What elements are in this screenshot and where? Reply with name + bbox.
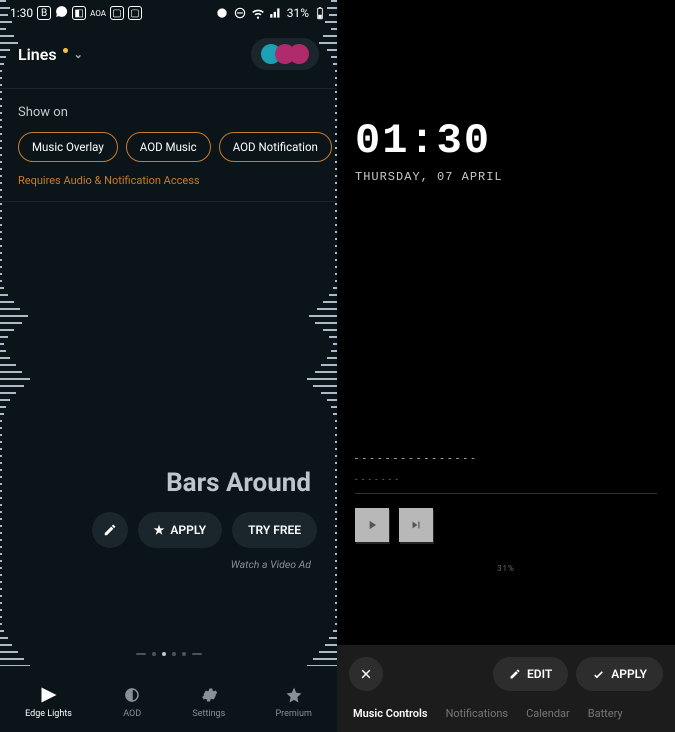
whatsapp-icon: [55, 5, 68, 21]
tab-notifications[interactable]: Notifications: [446, 707, 509, 720]
apply-button[interactable]: APPLY: [576, 657, 663, 691]
star-icon: ★: [154, 523, 165, 537]
status-icon-app2: ◧: [72, 6, 86, 20]
tab-battery[interactable]: Battery: [588, 707, 623, 720]
dnd-icon: [233, 6, 247, 20]
apply-label: APPLY: [170, 523, 206, 537]
status-icon-app1: B: [37, 6, 51, 20]
show-on-label: Show on: [0, 105, 337, 132]
edit-button[interactable]: EDIT: [493, 657, 568, 691]
close-icon: [359, 667, 373, 681]
header: Lines ⌄: [0, 26, 337, 88]
status-icon-app4: ▢: [128, 6, 142, 20]
new-dot-icon: [63, 48, 68, 53]
next-button[interactable]: [399, 508, 433, 542]
apply-button[interactable]: ★ APPLY: [138, 512, 223, 548]
chip-aod-music[interactable]: AOD Music: [126, 132, 211, 162]
alarm-icon: [215, 6, 229, 20]
preview-tabs: Music Controls Notifications Calendar Ba…: [349, 701, 663, 732]
nav-label: AOD: [123, 709, 141, 719]
show-on-chips: Music Overlay AOD Music AOD Notification: [0, 132, 337, 174]
gear-icon: [199, 685, 219, 705]
divider: [0, 201, 337, 202]
nav-edge-lights[interactable]: Edge Lights: [25, 685, 72, 719]
status-battery-pct: 31%: [287, 6, 309, 20]
chip-aod-notification[interactable]: AOD Notification: [219, 132, 332, 162]
pager-dash: [192, 653, 202, 655]
tab-music-controls[interactable]: Music Controls: [353, 707, 428, 720]
battery-icon: [313, 6, 327, 20]
nav-settings[interactable]: Settings: [192, 685, 225, 719]
pencil-icon: [509, 668, 521, 680]
visualizer-title: Bars Around: [0, 218, 337, 512]
edit-button[interactable]: [92, 512, 128, 548]
watch-ad-note: Watch a Video Ad: [0, 548, 337, 571]
play-button[interactable]: [355, 508, 389, 542]
media-controls: [355, 508, 657, 542]
apply-label: APPLY: [611, 667, 647, 681]
check-icon: [592, 668, 605, 681]
try-free-label: TRY FREE: [248, 523, 301, 537]
aod-battery: 31%: [355, 564, 657, 573]
bottom-nav: Edge Lights AOD Settings Premium: [0, 666, 337, 732]
pager-dash: [136, 653, 146, 655]
chevron-down-icon: ⌄: [74, 48, 83, 61]
pager-dot-active: [162, 652, 166, 656]
visualizer-dropdown[interactable]: Lines ⌄: [18, 45, 83, 64]
status-time: 1:30: [10, 6, 33, 20]
star-icon: [284, 685, 304, 705]
pager-dot: [152, 652, 156, 656]
pager-dot: [172, 652, 176, 656]
edge-lights-icon: [39, 685, 59, 705]
color-palette-button[interactable]: [251, 38, 319, 70]
nav-label: Premium: [276, 709, 312, 719]
status-bar: 1:30 B ◧ AOA ▢ ▢ 31%: [0, 0, 337, 26]
pencil-icon: [103, 523, 117, 537]
nav-label: Settings: [192, 709, 225, 719]
play-icon: [365, 518, 379, 532]
screen-edge-lights: 1:30 B ◧ AOA ▢ ▢ 31% Lines ⌄: [0, 0, 337, 732]
wifi-icon: [251, 6, 265, 20]
aod-icon: [122, 685, 142, 705]
clock-date: THURSDAY, 07 APRIL: [355, 170, 657, 184]
status-icon-app3: ▢: [110, 6, 124, 20]
permission-note[interactable]: Requires Audio & Notification Access: [0, 174, 337, 201]
try-free-button[interactable]: TRY FREE: [232, 512, 317, 548]
clock-time: 01:30: [355, 120, 657, 162]
nav-premium[interactable]: Premium: [276, 685, 312, 719]
screen-aod-preview: 01:30 THURSDAY, 07 APRIL - - - - - - - -…: [337, 0, 675, 732]
aod-preview: 01:30 THURSDAY, 07 APRIL - - - - - - - -…: [337, 0, 675, 645]
divider: [0, 88, 337, 89]
color-swatch-3: [289, 44, 309, 64]
pager-dot: [182, 652, 186, 656]
visualizer-actions: ★ APPLY TRY FREE: [0, 512, 337, 548]
placeholder-line-1: - - - - - - - - - - - - - - - -: [355, 452, 657, 465]
edit-label: EDIT: [527, 667, 552, 681]
separator-line: [355, 493, 657, 494]
nav-label: Edge Lights: [25, 709, 72, 719]
skip-next-icon: [409, 518, 423, 532]
preview-toolbar: EDIT APPLY Music Controls Notifications …: [337, 645, 675, 732]
nav-aod[interactable]: AOD: [122, 685, 142, 719]
status-icon-aoa: AOA: [90, 9, 106, 18]
dropdown-text: Lines: [18, 45, 57, 64]
signal-icon: [269, 6, 283, 20]
tab-calendar[interactable]: Calendar: [526, 707, 570, 720]
close-button[interactable]: [349, 657, 383, 691]
page-indicator: [0, 652, 337, 656]
placeholder-line-2: - - - - - - -: [355, 475, 657, 485]
chip-music-overlay[interactable]: Music Overlay: [18, 132, 118, 162]
